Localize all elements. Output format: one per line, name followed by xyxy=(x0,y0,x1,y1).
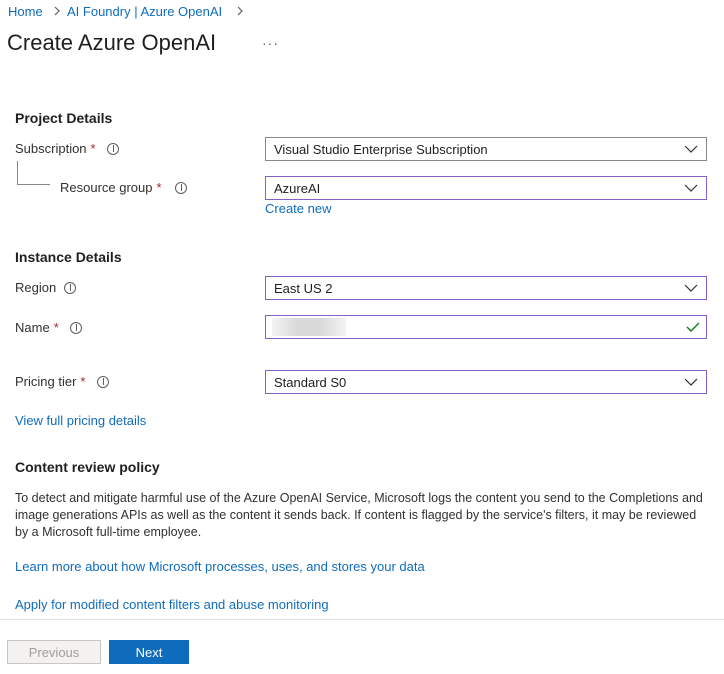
subscription-value: Visual Studio Enterprise Subscription xyxy=(274,142,488,157)
name-input[interactable] xyxy=(265,315,707,339)
required-marker: * xyxy=(90,141,96,156)
info-icon[interactable] xyxy=(175,182,187,194)
resource-group-dropdown[interactable]: AzureAI xyxy=(265,176,707,200)
learn-more-link[interactable]: Learn more about how Microsoft processes… xyxy=(15,559,425,574)
apply-filters-link[interactable]: Apply for modified content filters and a… xyxy=(15,597,329,612)
subscription-dropdown[interactable]: Visual Studio Enterprise Subscription xyxy=(265,137,707,161)
region-label: Region xyxy=(15,280,57,295)
resource-group-value: AzureAI xyxy=(274,181,321,196)
page-title: Create Azure OpenAI xyxy=(7,30,217,55)
next-button[interactable]: Next xyxy=(109,640,189,664)
redacted-name-value xyxy=(272,318,346,336)
name-label-text: Name xyxy=(15,320,50,335)
chevron-down-icon xyxy=(684,184,698,192)
view-pricing-link[interactable]: View full pricing details xyxy=(15,413,146,428)
chevron-down-icon xyxy=(684,145,698,153)
content-review-description: To detect and mitigate harmful use of th… xyxy=(15,491,703,539)
content-review-heading: Content review policy xyxy=(15,459,160,475)
create-new-link[interactable]: Create new xyxy=(265,201,331,216)
region-dropdown[interactable]: East US 2 xyxy=(265,276,707,300)
resource-group-label-text: Resource group xyxy=(60,180,153,195)
pricing-tier-value: Standard S0 xyxy=(274,375,347,390)
name-label: Name * xyxy=(15,320,59,335)
subscription-label-text: Subscription xyxy=(15,141,87,156)
breadcrumb-ai-foundry[interactable]: AI Foundry | Azure OpenAI xyxy=(67,4,222,19)
subscription-label: Subscription * xyxy=(15,141,96,156)
breadcrumb-home[interactable]: Home xyxy=(8,4,43,19)
region-value: East US 2 xyxy=(274,281,333,296)
tree-connector xyxy=(17,161,18,184)
required-marker: * xyxy=(53,320,59,335)
info-icon[interactable] xyxy=(64,282,76,294)
instance-details-heading: Instance Details xyxy=(15,249,122,265)
chevron-down-icon xyxy=(684,284,698,292)
project-details-heading: Project Details xyxy=(15,110,113,126)
resource-group-label: Resource group * xyxy=(60,180,162,195)
previous-button[interactable]: Previous xyxy=(7,640,101,664)
footer-divider xyxy=(0,619,724,620)
pricing-tier-label: Pricing tier * xyxy=(15,374,85,389)
tree-connector xyxy=(17,184,50,185)
more-options-icon[interactable]: ··· xyxy=(262,35,279,51)
chevron-right-icon xyxy=(237,6,243,16)
chevron-down-icon xyxy=(684,378,698,386)
pricing-tier-label-text: Pricing tier xyxy=(15,374,77,389)
chevron-right-icon xyxy=(54,6,60,16)
checkmark-icon xyxy=(686,322,700,332)
info-icon[interactable] xyxy=(97,376,109,388)
info-icon[interactable] xyxy=(107,143,119,155)
pricing-tier-dropdown[interactable]: Standard S0 xyxy=(265,370,707,394)
required-marker: * xyxy=(80,374,86,389)
info-icon[interactable] xyxy=(70,322,82,334)
required-marker: * xyxy=(156,180,162,195)
